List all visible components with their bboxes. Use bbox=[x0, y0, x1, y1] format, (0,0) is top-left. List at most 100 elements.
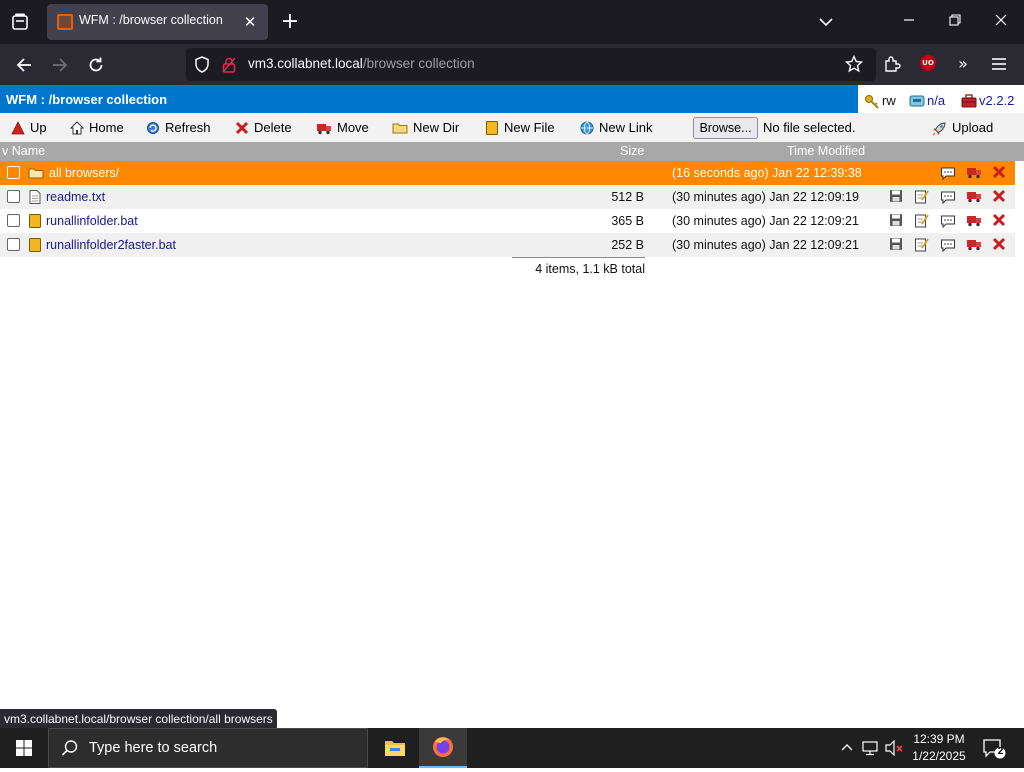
browse-file-button[interactable]: Browse... bbox=[693, 117, 758, 139]
file-explorer-taskbar-icon[interactable] bbox=[371, 728, 419, 768]
more-tools-chevrons-icon[interactable]: » bbox=[952, 53, 974, 75]
table-row[interactable]: runallinfolder.bat 365 B (30 minutes ago… bbox=[0, 209, 1015, 233]
sort-by-size-header[interactable]: Size bbox=[620, 144, 644, 158]
clock-time: 12:39 PM bbox=[913, 732, 965, 746]
row-select-checkbox[interactable] bbox=[7, 166, 20, 179]
hamburger-menu-icon[interactable] bbox=[988, 53, 1010, 75]
edit-icon[interactable] bbox=[914, 189, 930, 205]
move-truck-icon[interactable] bbox=[966, 189, 982, 205]
up-label: Up bbox=[30, 120, 47, 135]
version-text: v2.2.2 bbox=[979, 93, 1015, 108]
windows-start-icon[interactable] bbox=[0, 728, 48, 768]
row-select-checkbox[interactable] bbox=[7, 214, 20, 227]
search-icon bbox=[61, 739, 79, 761]
action-toolbar: Up Home Refresh Delete Move New Dir New … bbox=[0, 113, 1024, 142]
table-row[interactable]: all browsers/ (16 seconds ago) Jan 22 12… bbox=[0, 161, 1015, 185]
save-floppy-icon[interactable] bbox=[889, 189, 905, 205]
version-indicator[interactable]: v2.2.2 bbox=[961, 93, 1014, 108]
file-time-modified: (16 seconds ago) Jan 22 12:39:38 bbox=[672, 166, 862, 180]
folder-icon bbox=[28, 166, 44, 180]
close-tab-icon[interactable]: ✕ bbox=[240, 12, 260, 32]
save-floppy-icon[interactable] bbox=[889, 237, 905, 253]
taskbar-clock[interactable]: 12:39 PM 1/22/2025 bbox=[906, 731, 972, 765]
new-dir-button[interactable]: New Dir bbox=[392, 120, 459, 135]
tab-list-icon[interactable] bbox=[8, 10, 32, 34]
home-button[interactable]: Home bbox=[69, 120, 124, 135]
url-path: /browser collection bbox=[362, 56, 475, 71]
permission-text: rw bbox=[882, 93, 896, 108]
disk-indicator: n/a bbox=[909, 93, 945, 108]
save-floppy-icon[interactable] bbox=[889, 213, 905, 229]
ublock-origin-icon[interactable]: UO bbox=[920, 55, 936, 71]
new-tab-plus-icon[interactable]: + bbox=[280, 11, 300, 33]
back-arrow-icon[interactable] bbox=[11, 52, 37, 78]
move-truck-icon[interactable] bbox=[966, 165, 982, 181]
file-name-link[interactable]: readme.txt bbox=[46, 190, 105, 204]
delete-x-icon[interactable] bbox=[992, 237, 1008, 253]
truck-icon bbox=[316, 121, 332, 135]
reload-icon[interactable] bbox=[83, 52, 109, 78]
row-select-checkbox[interactable] bbox=[7, 238, 20, 251]
notification-center-icon[interactable]: 2 bbox=[982, 738, 1006, 764]
url-text[interactable]: vm3.collabnet.local/browser collection bbox=[248, 56, 475, 71]
up-button[interactable]: Up bbox=[11, 120, 47, 135]
insecure-lock-icon[interactable] bbox=[222, 57, 236, 73]
new-file-icon bbox=[485, 120, 499, 135]
chevron-down-icon[interactable] bbox=[816, 12, 836, 32]
clock-date: 1/22/2025 bbox=[912, 749, 966, 763]
forward-arrow-icon[interactable] bbox=[47, 52, 73, 78]
sort-by-time-header[interactable]: Time Modified bbox=[787, 144, 865, 158]
delete-button[interactable]: Delete bbox=[235, 120, 292, 135]
network-icon[interactable] bbox=[862, 740, 880, 760]
page-title: WFM : /browser collection bbox=[6, 92, 168, 107]
delete-x-icon[interactable] bbox=[992, 189, 1008, 205]
delete-label: Delete bbox=[254, 120, 292, 135]
table-row[interactable]: runallinfolder2faster.bat 252 B (30 minu… bbox=[0, 233, 1015, 257]
delete-x-icon[interactable] bbox=[992, 165, 1008, 181]
taskbar-search-box[interactable]: Type here to search bbox=[48, 728, 368, 768]
folder-icon bbox=[392, 121, 408, 135]
permission-indicator: rw bbox=[864, 93, 896, 109]
comment-icon[interactable] bbox=[940, 165, 956, 181]
file-name-link[interactable]: all browsers/ bbox=[49, 166, 119, 180]
file-list-header: v Name Size Time Modified bbox=[0, 142, 1024, 161]
delete-x-icon[interactable] bbox=[992, 213, 1008, 229]
new-dir-label: New Dir bbox=[413, 120, 460, 135]
bookmark-star-icon[interactable] bbox=[844, 54, 864, 75]
volume-muted-icon[interactable] bbox=[885, 739, 905, 760]
table-row[interactable]: readme.txt 512 B (30 minutes ago) Jan 22… bbox=[0, 185, 1015, 209]
file-time-modified: (30 minutes ago) Jan 22 12:09:21 bbox=[672, 214, 859, 228]
restore-window-icon[interactable] bbox=[932, 0, 978, 44]
tab-title: WFM : /browser collection bbox=[79, 13, 223, 27]
firefox-taskbar-icon[interactable] bbox=[419, 728, 467, 768]
sort-by-name-header[interactable]: v Name bbox=[2, 144, 45, 158]
upload-button[interactable]: Upload bbox=[931, 120, 993, 136]
refresh-button[interactable]: Refresh bbox=[146, 120, 211, 135]
file-name-link[interactable]: runallinfolder.bat bbox=[46, 214, 138, 228]
move-truck-icon[interactable] bbox=[966, 237, 982, 253]
move-button[interactable]: Move bbox=[316, 120, 369, 135]
comment-icon[interactable] bbox=[940, 189, 956, 205]
listing-summary: 4 items, 1.1 kB total bbox=[512, 257, 645, 276]
edit-icon[interactable] bbox=[914, 237, 930, 253]
new-link-button[interactable]: New Link bbox=[580, 120, 652, 135]
refresh-label: Refresh bbox=[165, 120, 211, 135]
close-window-icon[interactable] bbox=[978, 0, 1024, 44]
edit-icon[interactable] bbox=[914, 213, 930, 229]
file-name-link[interactable]: runallinfolder2faster.bat bbox=[46, 238, 176, 252]
show-hidden-icons-chevron-icon[interactable] bbox=[840, 740, 854, 758]
drive-icon bbox=[909, 94, 925, 108]
comment-icon[interactable] bbox=[940, 237, 956, 253]
move-truck-icon[interactable] bbox=[966, 213, 982, 229]
home-label: Home bbox=[89, 120, 124, 135]
row-select-checkbox[interactable] bbox=[7, 190, 20, 203]
file-size: 252 B bbox=[611, 238, 644, 252]
delete-x-icon bbox=[235, 121, 249, 135]
extensions-puzzle-icon[interactable] bbox=[881, 53, 903, 75]
new-file-button[interactable]: New File bbox=[485, 120, 555, 135]
minimize-window-icon[interactable] bbox=[886, 0, 932, 44]
comment-icon[interactable] bbox=[940, 213, 956, 229]
browser-tab-active[interactable]: WFM : /browser collection ✕ bbox=[47, 4, 268, 40]
tracking-protection-shield-icon[interactable] bbox=[194, 56, 210, 73]
address-bar[interactable]: vm3.collabnet.local/browser collection bbox=[186, 48, 876, 81]
